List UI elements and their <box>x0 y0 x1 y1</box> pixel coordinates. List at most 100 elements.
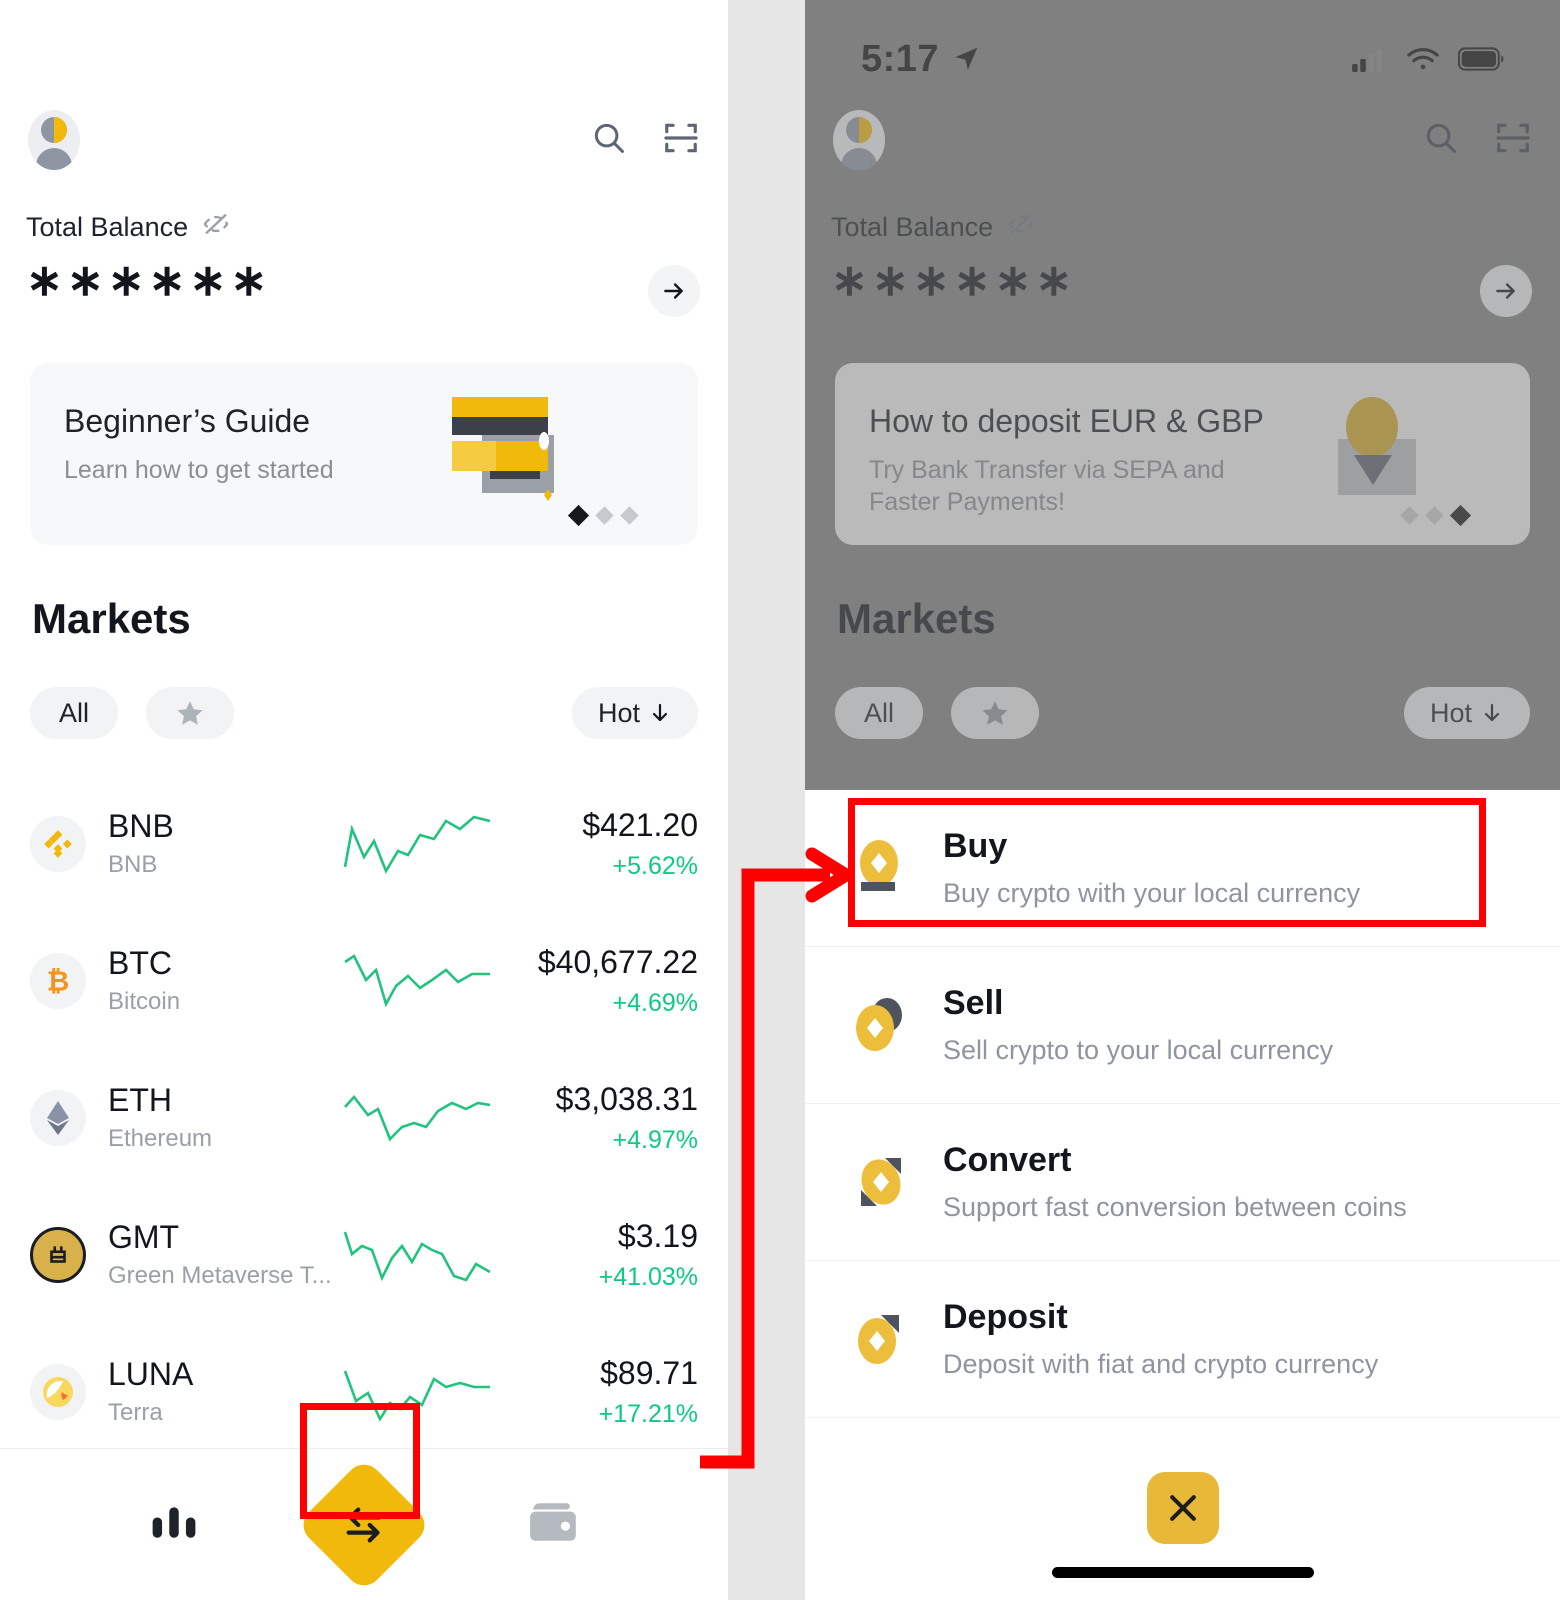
bar-chart-icon[interactable] <box>147 1495 201 1554</box>
total-balance-label: Total Balance <box>831 210 1035 245</box>
credit-cards-illustration <box>452 393 602 513</box>
bnb-coin-icon <box>30 815 86 872</box>
table-row[interactable]: BNB BNB $421.20 +5.62% <box>0 775 728 912</box>
sparkline-chart <box>343 1231 491 1282</box>
promo-banner[interactable]: How to deposit EUR & GBP Try Bank Transf… <box>835 363 1530 545</box>
balance-detail-button[interactable] <box>1480 265 1532 317</box>
coin-price: $40,677.22 <box>537 943 698 980</box>
eth-coin-icon <box>30 1089 86 1146</box>
promo-dot[interactable] <box>1425 506 1444 525</box>
close-x-icon[interactable] <box>1146 1472 1219 1544</box>
sheet-item-buy[interactable]: Buy Buy crypto with your local currency <box>805 790 1560 947</box>
sheet-item-sell[interactable]: Sell Sell crypto to your local currency <box>805 947 1560 1104</box>
filter-all[interactable]: All <box>30 687 118 739</box>
coin-price: $3,038.31 <box>555 1080 698 1117</box>
sheet-item-title: Buy <box>943 827 1008 865</box>
table-row[interactable]: GMT Green Metaverse T... $3.19 +41.03% <box>0 1186 728 1323</box>
markets-filters: All Hot <box>835 685 1530 741</box>
sort-hot-button[interactable]: Hot <box>1404 687 1530 739</box>
table-row[interactable]: LUNA Terra $89.71 +17.21% <box>0 1323 728 1460</box>
phone-screen-home: Total Balance ∗∗∗∗∗∗ Beginner’s Guide Le… <box>0 0 728 1600</box>
screenshot-stage: Total Balance ∗∗∗∗∗∗ Beginner’s Guide Le… <box>0 0 1560 1600</box>
coin-change: +4.69% <box>612 988 699 1017</box>
promo-banner[interactable]: Beginner’s Guide Learn how to get starte… <box>30 363 698 545</box>
sort-label: Hot <box>1429 697 1473 728</box>
table-row[interactable]: ₿ BTC Bitcoin $40,677.22 +4.69% <box>0 912 728 1049</box>
search-icon[interactable] <box>590 119 628 162</box>
status-indicators <box>1352 46 1504 72</box>
balance-detail-button[interactable] <box>648 265 700 317</box>
status-time-group: 5:17 <box>861 38 981 81</box>
search-icon[interactable] <box>1422 119 1460 162</box>
filter-favorites[interactable] <box>951 687 1039 739</box>
status-bar: 5:17 <box>805 0 1560 100</box>
buy-coin-icon <box>849 836 913 900</box>
markets-list: BNB BNB $421.20 +5.62% ₿ BTC Bitcoin $40… <box>0 775 728 1460</box>
total-balance-label: Total Balance <box>26 210 230 245</box>
coin-symbol: ETH <box>108 1081 172 1118</box>
header-icons <box>1422 119 1532 162</box>
sparkline-chart <box>344 1094 491 1141</box>
wallet-icon[interactable] <box>527 1497 581 1552</box>
sort-label: Hot <box>597 697 641 728</box>
sheet-item-desc: Buy crypto with your local currency <box>943 878 1361 908</box>
gmt-coin-icon <box>30 1226 86 1283</box>
sort-hot-button[interactable]: Hot <box>572 687 698 739</box>
user-avatar[interactable] <box>833 110 885 170</box>
sheet-item-desc: Support fast conversion between coins <box>943 1192 1407 1222</box>
location-arrow-icon <box>955 47 978 70</box>
promo-pagination <box>1400 504 1472 527</box>
scan-qr-icon[interactable] <box>662 119 700 162</box>
coin-symbol: LUNA <box>108 1355 194 1392</box>
coin-price: $421.20 <box>582 806 698 843</box>
sheet-item-title: Convert <box>943 1141 1072 1179</box>
markets-heading: Markets <box>837 595 996 642</box>
coin-name: Green Metaverse T... <box>108 1262 332 1290</box>
promo-dot[interactable] <box>1449 504 1472 527</box>
sheet-item-deposit[interactable]: Deposit Deposit with fiat and crypto cur… <box>805 1261 1560 1418</box>
balance-value: ∗∗∗∗∗∗ <box>831 256 1077 305</box>
swap-arrows-icon[interactable] <box>296 1456 432 1593</box>
header-icons <box>590 119 700 162</box>
coin-change: +41.03% <box>598 1262 698 1291</box>
deposit-coin-icon <box>849 1307 913 1371</box>
filter-favorites[interactable] <box>146 687 234 739</box>
coin-symbol: BTC <box>108 944 172 981</box>
convert-coin-icon <box>849 1150 913 1214</box>
sell-coin-icon <box>849 993 913 1057</box>
phone-screen-action-sheet: 5:17 Total Balance ∗∗∗∗∗∗ How to deposit… <box>805 0 1560 1600</box>
markets-heading: Markets <box>32 595 191 642</box>
wifi-icon <box>1407 47 1439 70</box>
svg-text:₿: ₿ <box>47 965 70 996</box>
app-header <box>805 95 1560 185</box>
balance-label-text: Total Balance <box>831 212 994 242</box>
home-indicator <box>1051 1567 1314 1578</box>
luna-coin-icon <box>30 1363 86 1420</box>
bottom-navigation <box>0 1448 728 1600</box>
table-row[interactable]: ETH Ethereum $3,038.31 +4.97% <box>0 1049 728 1186</box>
sparkline-chart <box>343 1370 490 1422</box>
promo-dot[interactable] <box>567 504 590 527</box>
action-sheet: Buy Buy crypto with your local currency … <box>805 790 1560 1600</box>
markets-filters: All Hot <box>30 685 698 741</box>
promo-dot[interactable] <box>595 506 614 525</box>
coin-name: BNB <box>108 851 158 879</box>
promo-dot[interactable] <box>1400 506 1419 525</box>
sheet-item-desc: Deposit with fiat and crypto currency <box>943 1349 1379 1379</box>
user-avatar[interactable] <box>28 110 80 170</box>
filter-all[interactable]: All <box>835 687 923 739</box>
eye-off-icon[interactable] <box>1007 210 1035 245</box>
sheet-item-desc: Sell crypto to your local currency <box>943 1035 1334 1065</box>
cellular-signal-icon <box>1352 49 1383 72</box>
eye-off-icon[interactable] <box>202 210 230 245</box>
sheet-item-title: Sell <box>943 984 1004 1022</box>
sparkline-chart <box>344 953 490 1007</box>
dim-overlay[interactable]: 5:17 Total Balance ∗∗∗∗∗∗ How to deposit… <box>805 0 1560 790</box>
sheet-item-convert[interactable]: Convert Support fast conversion between … <box>805 1104 1560 1261</box>
coin-name: Bitcoin <box>108 988 181 1016</box>
promo-dot[interactable] <box>620 506 639 525</box>
scan-qr-icon[interactable] <box>1494 119 1532 162</box>
coin-name: Ethereum <box>108 1125 213 1153</box>
coin-change: +5.62% <box>612 851 699 880</box>
coin-price: $89.71 <box>600 1354 698 1391</box>
